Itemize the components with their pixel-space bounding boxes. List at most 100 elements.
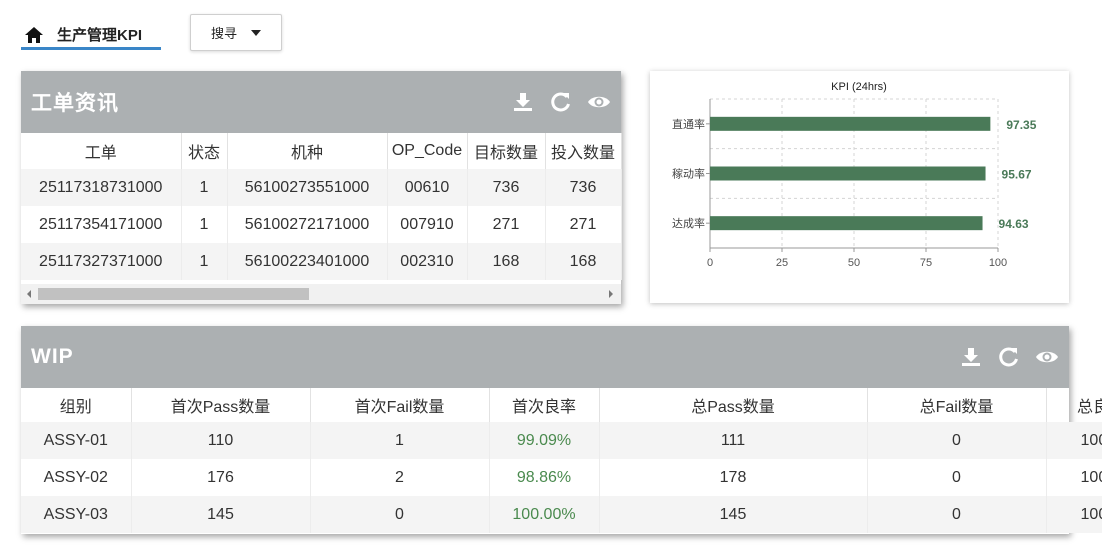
refresh-icon[interactable] [997, 345, 1021, 369]
download-icon[interactable] [959, 345, 983, 369]
column-header[interactable]: 总良率 [1046, 388, 1102, 422]
table-row[interactable]: ASSY-01 110 1 99.09% 111 0 100% [21, 422, 1102, 459]
eye-icon[interactable] [1035, 345, 1059, 369]
column-header[interactable]: 总Pass数量 [599, 388, 868, 422]
work-order-table: 工单 状态 机种 OP_Code 目标数量 投入数量 2511731873100… [21, 133, 622, 280]
cell: 178 [599, 459, 868, 496]
table-header-row: 工单 状态 机种 OP_Code 目标数量 投入数量 [21, 133, 622, 169]
table-row[interactable]: ASSY-03 145 0 100.00% 145 0 100% [21, 496, 1102, 533]
cell: 56100272171000 [227, 206, 388, 243]
data-label: 94.63 [999, 217, 1029, 231]
cell: 0 [867, 496, 1047, 533]
cell: 736 [467, 169, 546, 206]
scroll-left-icon[interactable] [27, 290, 31, 298]
x-tick-label: 0 [707, 257, 713, 269]
chart-bars: 97.35 95.67 94.63 [710, 116, 1037, 231]
column-header[interactable]: 工单 [21, 133, 182, 169]
column-header[interactable]: 状态 [181, 133, 228, 169]
bar [710, 216, 983, 231]
cell: 100.00% [489, 496, 600, 533]
y-tick-label: 稼动率 [672, 167, 705, 181]
x-tick-label: 25 [776, 257, 788, 269]
cell: 25117354171000 [21, 206, 182, 243]
wip-tools [959, 345, 1069, 369]
home-icon [23, 25, 45, 45]
work-order-tools [511, 90, 621, 114]
cell: 0 [867, 459, 1047, 496]
cell: 99.09% [489, 422, 600, 459]
y-tick-label: 达成率 [672, 216, 705, 230]
column-header[interactable]: 首次Pass数量 [131, 388, 311, 422]
cell: 145 [131, 496, 311, 533]
search-button-label: 搜寻 [210, 26, 237, 41]
work-order-panel-header: 工单资讯 [21, 71, 621, 133]
x-tick-label: 75 [920, 257, 932, 269]
table-row[interactable]: 25117354171000 1 56100272171000 007910 2… [21, 206, 622, 243]
work-order-panel-title: 工单资讯 [31, 92, 119, 115]
y-tick-label: 直通率 [672, 117, 705, 131]
cell: 176 [131, 459, 311, 496]
cell: 736 [545, 169, 622, 206]
data-label: 95.67 [1002, 168, 1032, 182]
cell: 2 [310, 459, 490, 496]
cell: 271 [545, 206, 622, 243]
cell: 00610 [387, 169, 468, 206]
cell: 002310 [387, 243, 468, 280]
cell: 0 [867, 422, 1047, 459]
x-tick-label: 100 [989, 257, 1007, 269]
wip-panel-header: WIP [21, 326, 1069, 388]
cell: 25117327371000 [21, 243, 182, 280]
bar [710, 166, 986, 181]
cell: 168 [545, 243, 622, 280]
wip-panel-title: WIP [31, 345, 74, 368]
table-row[interactable]: 25117318731000 1 56100273551000 00610 73… [21, 169, 622, 206]
data-label: 97.35 [1006, 118, 1036, 132]
wip-table: 组别 首次Pass数量 首次Fail数量 首次良率 总Pass数量 总Fail数… [21, 388, 1102, 533]
column-header[interactable]: 总Fail数量 [867, 388, 1047, 422]
column-header[interactable]: OP_Code [387, 133, 468, 169]
home-tab-label: 生产管理KPI [57, 27, 143, 44]
column-header[interactable]: 目标数量 [467, 133, 546, 169]
cell: 168 [467, 243, 546, 280]
cell: 25117318731000 [21, 169, 182, 206]
cell: 0 [310, 496, 490, 533]
search-dropdown-button[interactable]: 搜寻 [190, 14, 282, 51]
column-header[interactable]: 投入数量 [545, 133, 622, 169]
scroll-right-icon[interactable] [609, 290, 613, 298]
eye-icon[interactable] [587, 90, 611, 114]
cell: 1 [181, 206, 228, 243]
cell: 145 [599, 496, 868, 533]
top-nav: 生产管理KPI 搜寻 [21, 14, 321, 52]
kpi-bar-chart: KPI (24hrs) 0 25 50 75 100 直通率稼动率达成率 97.35 95.… [672, 81, 1037, 269]
cell: 271 [467, 206, 546, 243]
bar [710, 116, 991, 131]
column-header[interactable]: 首次Fail数量 [310, 388, 490, 422]
column-header[interactable]: 组别 [21, 388, 132, 422]
table-row[interactable]: ASSY-02 176 2 98.86% 178 0 100% [21, 459, 1102, 496]
cell: 100% [1046, 422, 1102, 459]
kpi-chart-panel: KPI (24hrs) 0 25 50 75 100 直通率 稼动率 达成率 97.35 95.… [650, 71, 1069, 303]
work-order-panel: 工单资讯 工单 状态 机种 OP_Code 目标数量 投入数量 25117318… [21, 71, 622, 304]
horizontal-scrollbar[interactable] [21, 284, 621, 304]
table-header-row: 组别 首次Pass数量 首次Fail数量 首次良率 总Pass数量 总Fail数… [21, 388, 1102, 422]
cell: 110 [131, 422, 311, 459]
home-tab[interactable]: 生产管理KPI [21, 22, 161, 50]
column-header[interactable]: 首次良率 [489, 388, 600, 422]
wip-panel: WIP 组别 首次Pass数量 首次Fail数量 首次良率 总Pass数量 总F… [21, 326, 1102, 534]
scrollbar-thumb[interactable] [38, 288, 309, 300]
cell: 1 [181, 243, 228, 280]
cell: ASSY-02 [21, 459, 132, 496]
refresh-icon[interactable] [549, 90, 573, 114]
cell: 100% [1046, 459, 1102, 496]
cell: 1 [310, 422, 490, 459]
download-icon[interactable] [511, 90, 535, 114]
cell: 111 [599, 422, 868, 459]
column-header[interactable]: 机种 [227, 133, 388, 169]
cell: 007910 [387, 206, 468, 243]
cell: 56100223401000 [227, 243, 388, 280]
cell: 56100273551000 [227, 169, 388, 206]
cell: 98.86% [489, 459, 600, 496]
table-row[interactable]: 25117327371000 1 56100223401000 002310 1… [21, 243, 622, 280]
cell: ASSY-01 [21, 422, 132, 459]
cell: 100% [1046, 496, 1102, 533]
